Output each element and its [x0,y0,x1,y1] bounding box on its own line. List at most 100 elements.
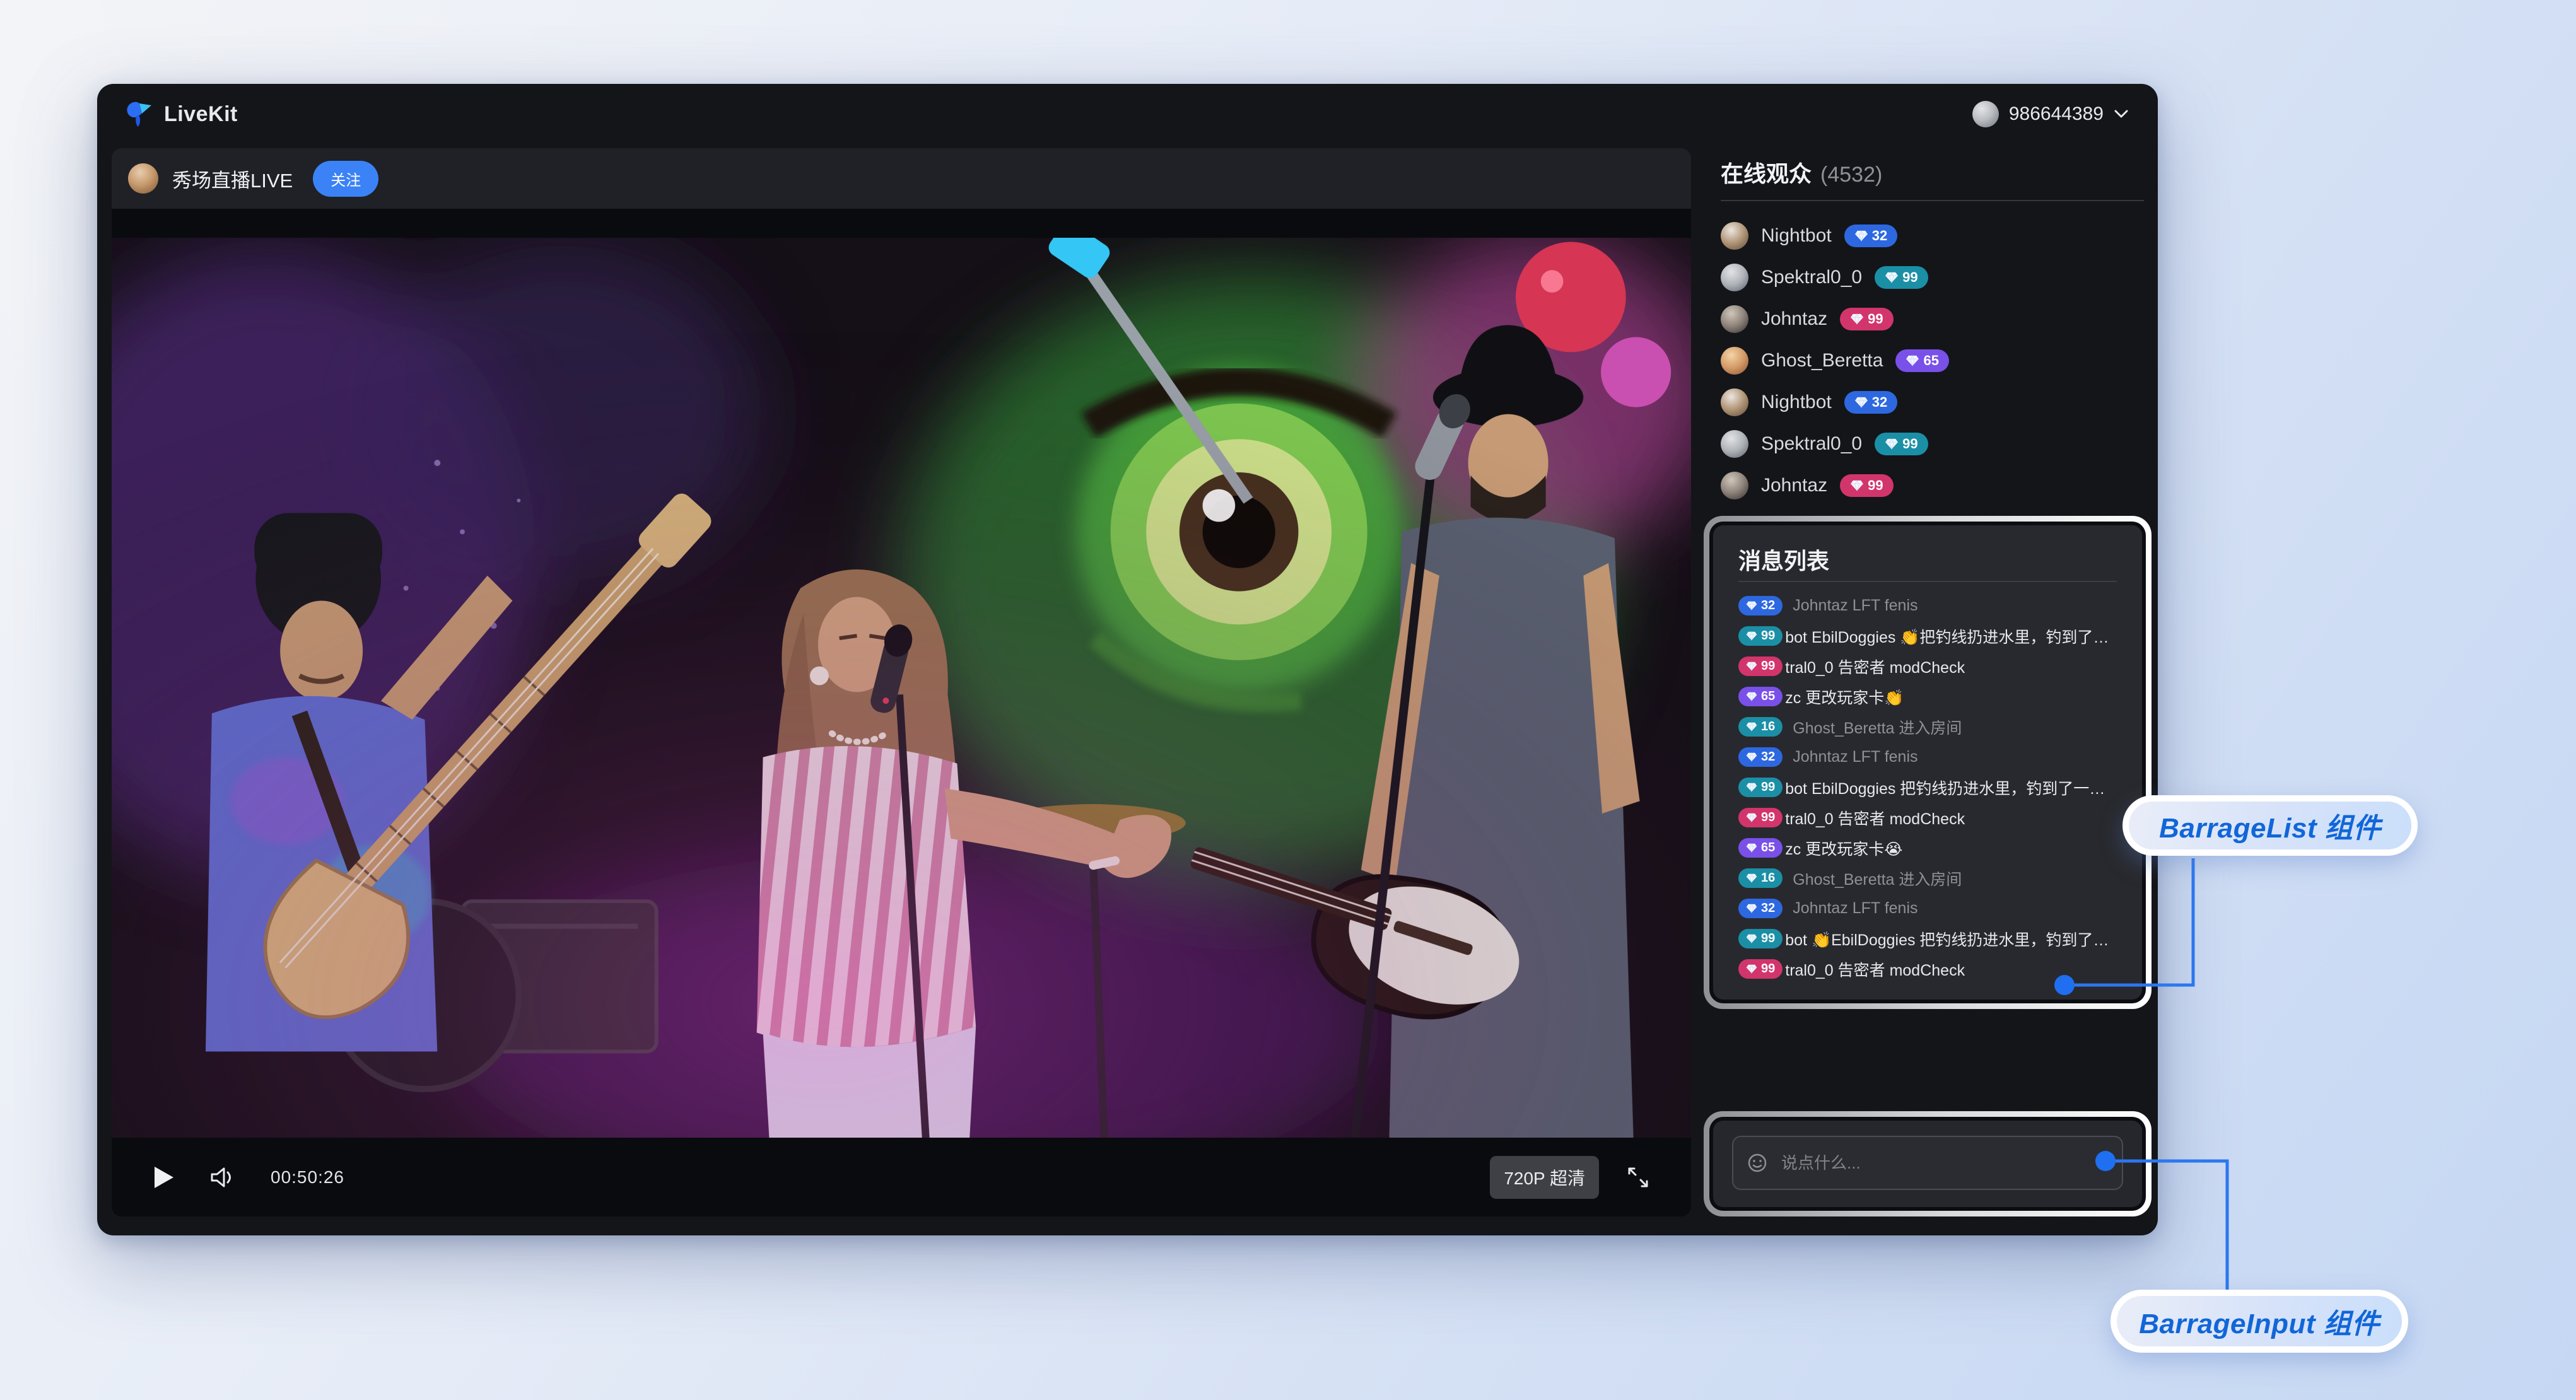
message-badge: 99 [1738,778,1783,797]
message-text: bot EbilDoggies 👏把钓线扔进水里，钓到了一条鳕鱼！ [1785,625,2117,648]
gem-icon [1746,964,1757,974]
message-row: 99 tral0_0 告密者 modCheck [1738,803,2117,833]
message-badge: 99 [1738,959,1783,979]
badge-number: 99 [1902,436,1917,452]
gem-icon [1746,722,1757,732]
smiley-icon[interactable] [1747,1153,1767,1173]
gem-icon [1746,904,1757,913]
app-window: LiveKit 986644389 秀场直播LIVE 关注 [97,84,2158,1235]
callout-barrage-list: BarrageList 组件 [2122,795,2418,856]
message-list[interactable]: 32 Johntaz LFT fenis 99 bot EbilDoggies … [1738,591,2117,982]
viewer-avatar [1721,222,1748,250]
callout-barrage-input-label: BarrageInput 组件 [2139,1301,2380,1341]
follow-button[interactable]: 关注 [313,161,378,197]
badge-number: 99 [1868,311,1883,327]
barrage-input-component [1704,1111,2152,1216]
gem-icon [1746,813,1757,822]
user-menu[interactable]: 986644389 [1972,101,2129,127]
user-avatar [1972,101,1999,127]
viewer-name: Spektral0_0 [1761,433,1862,455]
viewer-row[interactable]: Spektral0_0 99 [1721,257,2144,298]
message-text: tral0_0 告密者 modCheck [1785,807,1965,829]
online-viewers-section: 在线观众 (4532) Nightbot 32 Spektral0_0 [1704,156,2152,506]
viewer-avatar [1721,430,1748,458]
message-row: 32 Johntaz LFT fenis [1738,742,2117,773]
gem-icon [1850,313,1864,325]
playback-time: 00:50:26 [271,1167,344,1187]
gem-icon [1746,692,1757,701]
callout-barrage-list-label: BarrageList 组件 [2159,805,2381,846]
viewer-row[interactable]: Spektral0_0 99 [1721,423,2144,465]
gem-icon [1854,397,1868,408]
viewer-row[interactable]: Ghost_Beretta 65 [1721,340,2144,382]
badge-number: 32 [1761,750,1775,764]
player-panel: 秀场直播LIVE 关注 [112,148,1691,1216]
message-text: bot 👏EbilDoggies 把钓线扔进水里，钓到了一条鳕鱼！✨ [1785,928,2117,950]
gem-icon [1746,873,1757,883]
viewer-badge: 32 [1844,225,1897,247]
viewer-avatar [1721,264,1748,291]
message-text: bot EbilDoggies 把钓线扔进水里，钓到了一条鳕鱼😊 [1785,776,2117,799]
badge-number: 99 [1761,962,1775,976]
message-badge: 65 [1738,838,1783,858]
gem-icon [1885,272,1899,283]
callout-barrage-input: BarrageInput 组件 [2111,1290,2408,1353]
user-id: 986644389 [2009,103,2104,125]
message-badge: 32 [1738,596,1783,615]
badge-number: 16 [1761,871,1775,885]
play-button[interactable] [153,1165,175,1189]
quality-button[interactable]: 720P 超清 [1490,1156,1599,1199]
viewer-name: Johntaz [1761,308,1827,330]
badge-number: 99 [1761,629,1775,643]
badge-number: 99 [1761,659,1775,674]
gem-icon [1746,843,1757,853]
top-bar: LiveKit 986644389 [97,84,2158,144]
livekit-logo[interactable]: LiveKit [126,100,238,129]
viewer-row[interactable]: Nightbot 32 [1721,382,2144,423]
gem-icon [1906,355,1919,366]
message-row: 99 tral0_0 告密者 modCheck [1738,954,2117,982]
viewer-row[interactable]: Johntaz 99 [1721,465,2144,506]
page-background: LiveKit 986644389 秀场直播LIVE 关注 [0,0,2576,1400]
chevron-down-icon [2114,109,2129,119]
viewer-name: Nightbot [1761,392,1832,413]
barrage-input-panel [1713,1121,2142,1207]
gem-icon [1746,752,1757,762]
viewer-badge: 99 [1875,266,1928,289]
message-row: 32 Johntaz LFT fenis [1738,894,2117,924]
barrage-input[interactable] [1732,1136,2123,1190]
viewers-count: (4532) [1820,163,1882,187]
viewer-badge: 99 [1840,308,1893,330]
badge-number: 99 [1761,931,1775,946]
streamer-avatar[interactable] [128,163,158,194]
volume-button[interactable] [210,1167,235,1188]
message-row: 65 zc 更改玩家卡👏 [1738,682,2117,712]
side-panel: 在线观众 (4532) Nightbot 32 Spektral0_0 [1704,148,2152,1216]
viewer-list[interactable]: Nightbot 32 Spektral0_0 99 Johntaz [1721,215,2144,506]
viewer-row[interactable]: Nightbot 32 [1721,215,2144,257]
message-text: Johntaz LFT fenis [1793,597,1917,615]
badge-number: 32 [1761,901,1775,916]
message-row: 32 Johntaz LFT fenis [1738,591,2117,621]
divider [1721,200,2144,201]
message-badge: 99 [1738,626,1783,646]
viewer-name: Ghost_Beretta [1761,350,1883,371]
video-frame[interactable] [112,238,1691,1138]
gem-icon [1746,662,1757,671]
message-text: tral0_0 告密者 modCheck [1785,958,1965,981]
badge-number: 65 [1761,841,1775,855]
viewer-avatar [1721,347,1748,375]
message-row: 16 Ghost_Beretta 进入房间 [1738,863,2117,894]
viewer-avatar [1721,472,1748,499]
message-text: Ghost_Beretta 进入房间 [1793,716,1962,738]
badge-number: 32 [1872,228,1887,244]
message-row: 99 bot EbilDoggies 把钓线扔进水里，钓到了一条鳕鱼😊 [1738,773,2117,803]
badge-number: 99 [1761,780,1775,795]
message-text: zc 更改玩家卡👏 [1785,685,1904,708]
fullscreen-icon[interactable] [1627,1166,1649,1189]
viewer-name: Johntaz [1761,475,1827,496]
message-badge: 99 [1738,929,1783,948]
message-text: Ghost_Beretta 进入房间 [1793,867,1962,890]
message-badge: 99 [1738,808,1783,827]
viewer-row[interactable]: Johntaz 99 [1721,298,2144,340]
